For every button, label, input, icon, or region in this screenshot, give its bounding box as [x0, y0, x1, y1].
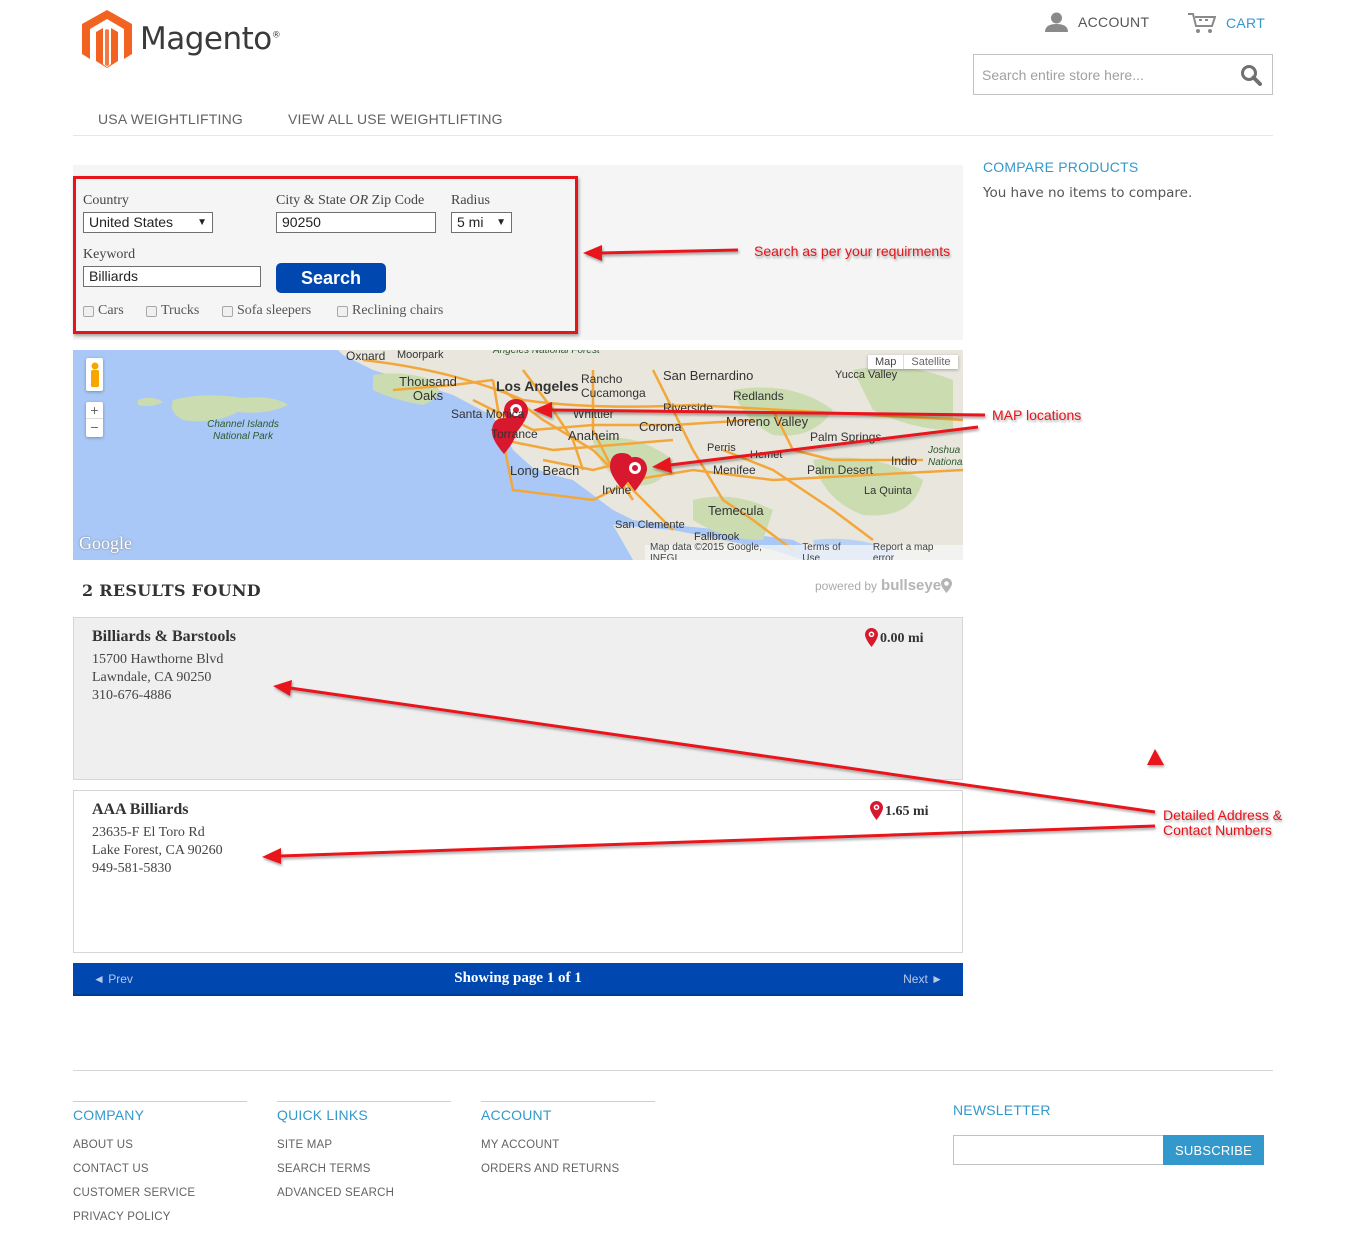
- nav-item-view-all[interactable]: VIEW ALL USE WEIGHTLIFTING: [288, 111, 503, 127]
- street-view-pegman[interactable]: [86, 358, 103, 391]
- cart-link[interactable]: CART: [1188, 12, 1265, 34]
- subscribe-button[interactable]: SUBSCRIBE: [1163, 1135, 1264, 1165]
- results-count-heading: 2 RESULTS FOUND: [82, 581, 261, 600]
- cart-label: CART: [1226, 15, 1266, 31]
- magento-logo-icon: [82, 10, 132, 68]
- newsletter-title: NEWSLETTER: [953, 1102, 1051, 1118]
- store-map[interactable]: Oxnard Moorpark Thousand Oaks Los Angele…: [73, 350, 963, 560]
- footer-link-search-terms[interactable]: SEARCH TERMS: [277, 1163, 451, 1175]
- annotation-highlight-box: [73, 176, 578, 334]
- main-nav: USA WEIGHTLIFTING VIEW ALL USE WEIGHTLIF…: [73, 106, 1273, 136]
- result-name[interactable]: AAA Billiards: [92, 801, 188, 819]
- map-type-toggle: Map Satellite: [868, 355, 958, 369]
- search-icon[interactable]: [1240, 64, 1262, 91]
- result-address-line1: 23635-F El Toro Rd: [92, 825, 205, 840]
- map-type-satellite-button[interactable]: Satellite: [904, 355, 957, 369]
- result-name[interactable]: Billiards & Barstools: [92, 628, 236, 646]
- user-icon: [1045, 12, 1068, 32]
- footer-link-orders-and-returns[interactable]: ORDERS AND RETURNS: [481, 1163, 655, 1175]
- footer-link-customer-service[interactable]: CUSTOMER SERVICE: [73, 1187, 247, 1199]
- footer-link-my-account[interactable]: MY ACCOUNT: [481, 1139, 655, 1151]
- terms-of-use-link[interactable]: Terms of Use: [796, 542, 867, 561]
- annotation-map-locations: MAP locations: [992, 407, 1082, 423]
- footer-column-company: COMPANY ABOUT US CONTACT US CUSTOMER SER…: [73, 1101, 247, 1223]
- pegman-icon: [90, 362, 99, 387]
- newsletter-email-input[interactable]: [953, 1135, 1164, 1165]
- footer-column-title: ACCOUNT: [481, 1107, 552, 1123]
- map-footer: Map data ©2015 Google, INEGI Terms of Us…: [645, 541, 963, 561]
- annotation-search: Search as per your requirments: [754, 243, 951, 259]
- result-address-line2: Lake Forest, CA 90260: [92, 843, 223, 858]
- report-map-error-link[interactable]: Report a map error: [867, 542, 963, 561]
- location-pin-icon: [870, 801, 883, 820]
- map-pin-icon[interactable]: [504, 399, 528, 433]
- result-distance: 0.00 mi: [865, 628, 924, 647]
- next-page-button[interactable]: Next ►: [903, 972, 943, 986]
- result-phone: 949-581-5830: [92, 861, 172, 876]
- result-item[interactable]: AAA Billiards 23635-F El Toro Rd Lake Fo…: [73, 790, 963, 953]
- footer-link-about-us[interactable]: ABOUT US: [73, 1139, 247, 1151]
- map-attribution: Map data ©2015 Google, INEGI: [650, 541, 762, 561]
- account-label: ACCOUNT: [1078, 14, 1150, 30]
- compare-products-title: COMPARE PRODUCTS: [983, 159, 1139, 175]
- map-type-map-button[interactable]: Map: [868, 355, 905, 369]
- account-link[interactable]: ACCOUNT: [1045, 12, 1149, 32]
- footer-column-title: QUICK LINKS: [277, 1107, 368, 1123]
- footer-link-privacy-policy[interactable]: PRIVACY POLICY: [73, 1211, 247, 1223]
- powered-by-bullseye: powered by bullseye: [815, 577, 953, 594]
- footer-link-contact-us[interactable]: CONTACT US: [73, 1163, 247, 1175]
- annotation-details: Detailed Address & Contact Numbers: [1163, 807, 1283, 838]
- result-address-line2: Lawndale, CA 90250: [92, 670, 212, 685]
- footer-divider: [73, 1070, 1273, 1071]
- result-distance: 1.65 mi: [870, 801, 929, 820]
- store-search-input[interactable]: [974, 55, 1224, 94]
- footer-link-advanced-search[interactable]: ADVANCED SEARCH: [277, 1187, 451, 1199]
- pagination-bar: ◄ Prev Showing page 1 of 1 Next ►: [73, 963, 963, 996]
- map-pin-icon[interactable]: [623, 457, 647, 491]
- cart-icon: [1188, 13, 1216, 33]
- result-item[interactable]: Billiards & Barstools 15700 Hawthorne Bl…: [73, 617, 963, 780]
- page-status: Showing page 1 of 1: [454, 970, 582, 986]
- result-address-line1: 15700 Hawthorne Blvd: [92, 652, 224, 667]
- footer-column-quick-links: QUICK LINKS SITE MAP SEARCH TERMS ADVANC…: [277, 1101, 451, 1199]
- location-pin-icon: [865, 628, 878, 647]
- nav-item-usa-weightlifting[interactable]: USA WEIGHTLIFTING: [98, 111, 243, 127]
- compare-products-empty-text: You have no items to compare.: [983, 185, 1193, 201]
- footer-column-account: ACCOUNT MY ACCOUNT ORDERS AND RETURNS: [481, 1101, 655, 1175]
- store-search: [973, 54, 1273, 95]
- zoom-in-button[interactable]: +: [86, 402, 103, 419]
- magento-logo[interactable]: Magento®: [82, 10, 282, 68]
- logo-text: Magento®: [140, 21, 281, 57]
- result-phone: 310-676-4886: [92, 688, 172, 703]
- footer-column-title: COMPANY: [73, 1107, 145, 1123]
- zoom-controls: + −: [86, 402, 103, 437]
- footer-link-site-map[interactable]: SITE MAP: [277, 1139, 451, 1151]
- zoom-out-button[interactable]: −: [86, 419, 103, 435]
- bullseye-pin-icon: [941, 578, 953, 593]
